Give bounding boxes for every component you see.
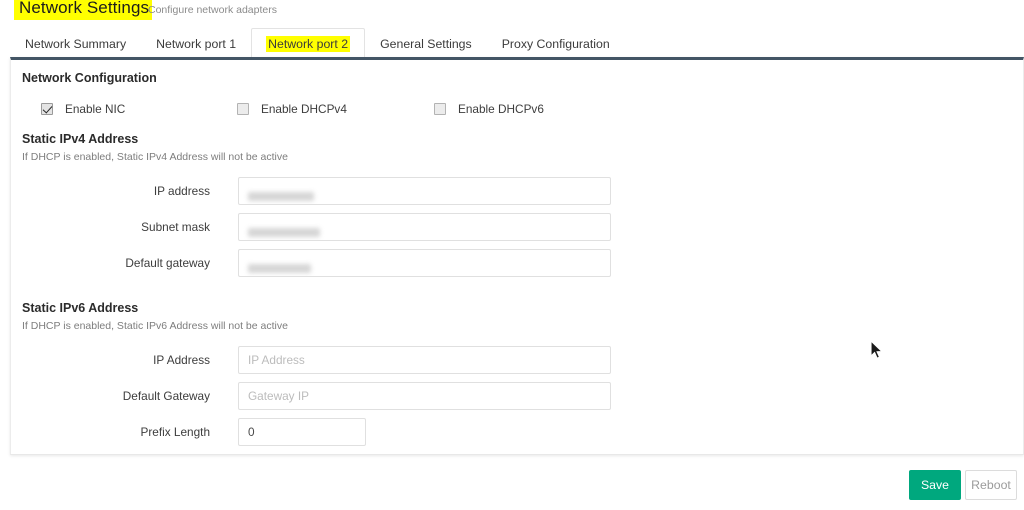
- checkbox-enable-dhcpv6[interactable]: [434, 103, 446, 115]
- tab-network-port-2[interactable]: Network port 2: [251, 28, 366, 58]
- redacted-value: [248, 227, 320, 237]
- tab-label: Network Summary: [25, 36, 127, 51]
- field-label: Default Gateway: [122, 389, 210, 403]
- tab-proxy-configuration[interactable]: Proxy Configuration: [487, 28, 625, 58]
- page-header: Network Settings Configure network adapt…: [0, 0, 1024, 24]
- input-ipv6-prefix-length[interactable]: 0: [238, 418, 366, 446]
- input-ipv6-ip-address[interactable]: IP Address: [238, 346, 611, 374]
- field-label: Prefix Length: [140, 425, 210, 439]
- input-ipv4-default-gateway[interactable]: [238, 249, 611, 277]
- static-ipv6-title: Static IPv6 Address: [22, 301, 139, 315]
- reboot-button[interactable]: Reboot: [965, 470, 1017, 500]
- field-row-ipv4-subnet-mask: Subnet mask: [11, 213, 1024, 241]
- checkbox-row-enable-dhcpv6[interactable]: Enable DHCPv6: [434, 101, 544, 117]
- checkbox-label: Enable NIC: [65, 102, 126, 116]
- field-row-ipv4-ip-address: IP address: [11, 177, 1024, 205]
- checkbox-label: Enable DHCPv4: [261, 102, 347, 116]
- field-label: IP address: [153, 184, 210, 198]
- tab-label: Network port 2: [266, 35, 351, 52]
- checkbox-enable-dhcpv4[interactable]: [237, 103, 249, 115]
- static-ipv4-hint: If DHCP is enabled, Static IPv4 Address …: [22, 151, 288, 163]
- footer-actions: Save Reboot: [0, 470, 1024, 510]
- checkbox-enable-nic[interactable]: [41, 103, 53, 115]
- checkbox-label: Enable DHCPv6: [458, 102, 544, 116]
- redacted-value: [248, 263, 311, 273]
- static-ipv4-title: Static IPv4 Address: [22, 132, 139, 146]
- input-ipv4-subnet-mask[interactable]: [238, 213, 611, 241]
- tab-label: Proxy Configuration: [501, 36, 610, 51]
- tab-label: Network port 1: [156, 36, 237, 51]
- input-ipv4-ip-address[interactable]: [238, 177, 611, 205]
- page-title: Network Settings: [14, 0, 153, 20]
- network-settings-page: Network Settings Configure network adapt…: [0, 0, 1024, 510]
- static-ipv6-hint: If DHCP is enabled, Static IPv6 Address …: [22, 320, 288, 332]
- field-label: Subnet mask: [141, 220, 210, 234]
- tab-label: General Settings: [380, 36, 472, 51]
- field-row-ipv6-default-gateway: Default Gateway Gateway IP: [11, 382, 1024, 410]
- tab-network-port-1[interactable]: Network port 1: [141, 28, 251, 58]
- tab-network-summary[interactable]: Network Summary: [10, 28, 141, 58]
- network-configuration-title: Network Configuration: [22, 71, 157, 85]
- field-label: Default gateway: [125, 256, 210, 270]
- field-label: IP Address: [153, 353, 210, 367]
- redacted-value: [248, 191, 314, 201]
- tab-bar: Network Summary Network port 1 Network p…: [10, 28, 625, 58]
- checkbox-row-enable-nic[interactable]: Enable NIC: [41, 101, 125, 117]
- input-ipv6-default-gateway[interactable]: Gateway IP: [238, 382, 611, 410]
- field-row-ipv6-prefix-length: Prefix Length 0: [11, 418, 1024, 446]
- settings-card: Network Configuration Enable NIC Enable …: [10, 57, 1024, 455]
- field-row-ipv4-default-gateway: Default gateway: [11, 249, 1024, 277]
- field-row-ipv6-ip-address: IP Address IP Address: [11, 346, 1024, 374]
- checkbox-row-enable-dhcpv4[interactable]: Enable DHCPv4: [237, 101, 347, 117]
- save-button[interactable]: Save: [909, 470, 961, 500]
- page-subtitle: Configure network adapters: [148, 4, 277, 16]
- tab-general-settings[interactable]: General Settings: [365, 28, 487, 58]
